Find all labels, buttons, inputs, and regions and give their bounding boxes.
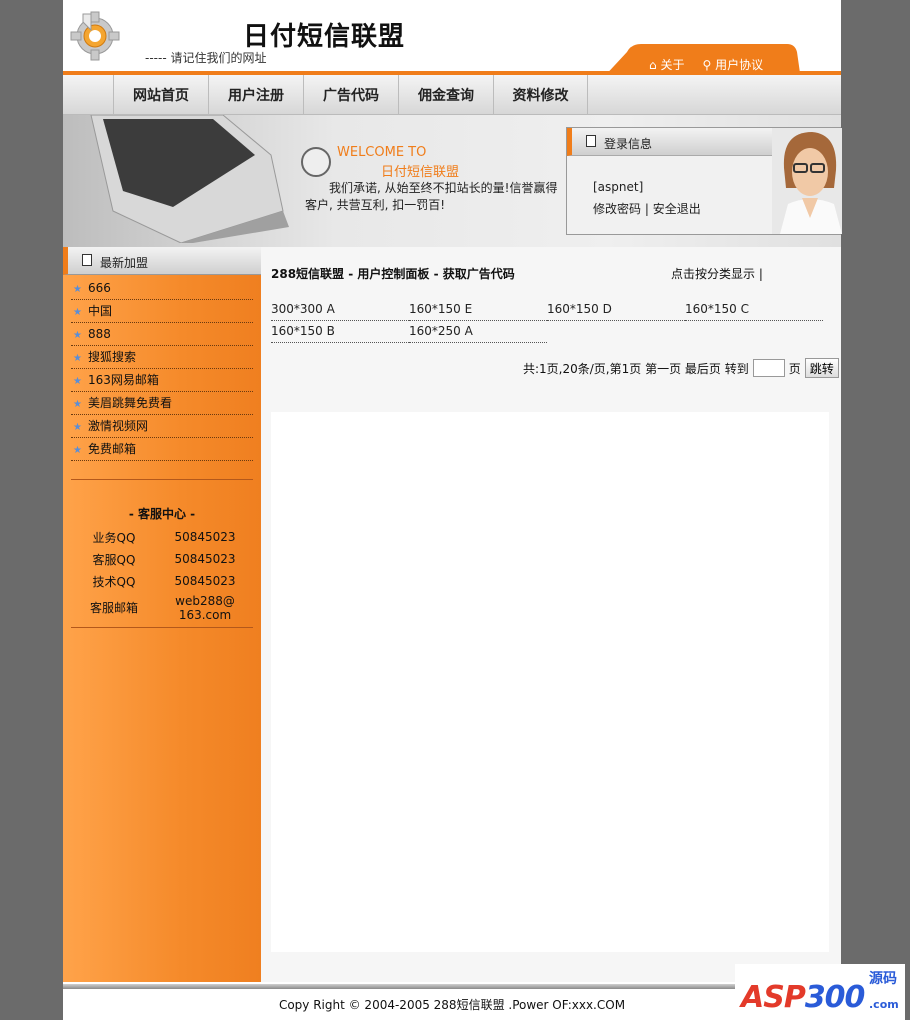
service-row: 业务QQ 50845023 (92, 530, 236, 545)
jump-button[interactable]: 跳转 (804, 358, 839, 378)
list-item[interactable]: ★ 免费邮箱 (71, 438, 253, 461)
welcome-text: 我们承诺, 从始至终不扣站长的量!信誉赢得客户, 共营互利, 扣一罚百! (305, 181, 558, 212)
page-number-input[interactable] (752, 359, 785, 377)
sort-by-category-link[interactable]: 点击按分类显示 | (671, 265, 763, 282)
nav-home[interactable]: 网站首页 (113, 75, 208, 115)
star-icon: ★ (73, 399, 82, 410)
star-icon: ★ (73, 307, 82, 318)
monitor-image (90, 115, 289, 243)
ad-size-row: 160*150 B 160*250 A (271, 321, 831, 343)
nav-register[interactable]: 用户注册 (208, 75, 303, 115)
logout-link[interactable]: 安全退出 (653, 202, 701, 216)
footer-copyright: Copy Right © 2004-2005 288短信联盟 .Power OF… (278, 998, 626, 1012)
watermark-src: 源码 (869, 971, 897, 987)
list-item[interactable]: ★ 163网易邮箱 (71, 369, 253, 392)
login-links: 修改密码 | 安全退出 (593, 200, 701, 217)
ad-size-link[interactable]: 160*250 A (409, 321, 547, 343)
change-password-link[interactable]: 修改密码 (593, 202, 641, 216)
sidebar-header: 最新加盟 (63, 247, 261, 275)
document-icon (82, 254, 92, 266)
welcome-cn: 日付短信联盟 (381, 165, 460, 180)
list-item[interactable]: ★ 888 (71, 323, 253, 346)
star-icon: ★ (73, 422, 82, 433)
pager-info: 共:1页,20条/页,第1页 第一页 最后页 转到 (523, 361, 749, 376)
site-title: 日付短信联盟 (243, 22, 406, 52)
star-icon: ★ (73, 353, 82, 364)
ad-size-row: 300*300 A 160*150 E 160*150 D 160*150 C (271, 299, 831, 321)
login-separator: | (644, 202, 649, 216)
service-row: 技术QQ 50845023 (92, 574, 236, 589)
service-row: 客服QQ 50845023 (92, 552, 236, 567)
star-icon: ★ (73, 330, 82, 341)
nav-commission[interactable]: 佣金查询 (398, 75, 493, 115)
ad-size-link[interactable]: 160*150 D (547, 299, 685, 321)
banner: WELCOME TO 日付短信联盟 我们承诺, 从始至终不扣站长的量!信誉赢得客… (63, 115, 842, 247)
sidebar-title: 最新加盟 (100, 256, 149, 270)
ad-code-panel (271, 412, 829, 952)
login-username: [aspnet] (593, 180, 644, 194)
gear-logo-icon (70, 11, 120, 61)
list-item[interactable]: ★ 激情视频网 (71, 415, 253, 438)
watermark-num: 300 (804, 980, 866, 1015)
service-divider (71, 627, 253, 647)
page-unit: 页 (788, 361, 801, 376)
sidebar: 最新加盟 ★ 666 ★ 中国 ★ 888 ★ 搜狐搜索 ★ 163网易邮箱 ★ 美眉跳舞免… (63, 247, 261, 982)
service-title: - 客服中心 - (128, 507, 196, 521)
main-nav: 网站首页 用户注册 广告代码 佣金查询 资料修改 (63, 75, 841, 115)
empty-cell (547, 321, 685, 343)
nav-ad-code[interactable]: 广告代码 (303, 75, 398, 115)
service-row: 客服邮箱 web288@ 163.com (89, 594, 235, 622)
customer-service: - 客服中心 - 业务QQ 50845023 客服QQ 50845023 技术Q… (71, 479, 253, 647)
site-header: 日付短信联盟 ----- 请记住我们的网址 ⌂ 关于 ⚲ 用户协议 (63, 0, 841, 80)
breadcrumb: 288短信联盟 - 用户控制面板 - 获取广告代码 (271, 267, 515, 281)
list-item[interactable]: ★ 中国 (71, 300, 253, 323)
document-icon (586, 135, 596, 147)
login-title: 登录信息 (604, 137, 653, 151)
avatar (772, 128, 842, 234)
list-item[interactable]: ★ 美眉跳舞免费看 (71, 392, 253, 415)
star-icon: ★ (73, 445, 82, 456)
ad-size-link[interactable]: 300*300 A (271, 299, 409, 321)
nav-profile[interactable]: 资料修改 (493, 75, 588, 115)
empty-cell (685, 321, 823, 343)
arrow-cursor-icon (301, 147, 331, 177)
ad-size-link[interactable]: 160*150 E (409, 299, 547, 321)
ad-size-grid: 300*300 A 160*150 E 160*150 D 160*150 C … (271, 299, 831, 343)
welcome-en: WELCOME TO (337, 145, 427, 160)
star-icon: ★ (73, 376, 82, 387)
page-container: 日付短信联盟 ----- 请记住我们的网址 ⌂ 关于 ⚲ 用户协议 网站首页 用… (63, 0, 842, 1020)
new-members-list: ★ 666 ★ 中国 ★ 888 ★ 搜狐搜索 ★ 163网易邮箱 ★ 美眉跳舞免费看 ★ 激… (71, 277, 253, 461)
pagination: 共:1页,20条/页,第1页 第一页 最后页 转到 页 跳转 (523, 358, 839, 378)
footer-divider (63, 984, 841, 989)
login-panel: 登录信息 [aspnet] 修改密码 | 安全退出 (566, 127, 842, 235)
main-content: 288短信联盟 - 用户控制面板 - 获取广告代码 点击按分类显示 | 300*… (261, 247, 841, 982)
ad-size-link[interactable]: 160*150 C (685, 299, 823, 321)
list-item[interactable]: ★ 搜狐搜索 (71, 346, 253, 369)
slogan: ----- 请记住我们的网址 (145, 51, 267, 65)
asp300-watermark-logo: ASP300 源码 .com (735, 964, 905, 1020)
star-icon: ★ (73, 284, 82, 295)
watermark-asp: ASP (741, 980, 806, 1015)
ad-size-link[interactable]: 160*150 B (271, 321, 409, 343)
watermark-com: .com (869, 998, 899, 1011)
list-item[interactable]: ★ 666 (71, 277, 253, 300)
